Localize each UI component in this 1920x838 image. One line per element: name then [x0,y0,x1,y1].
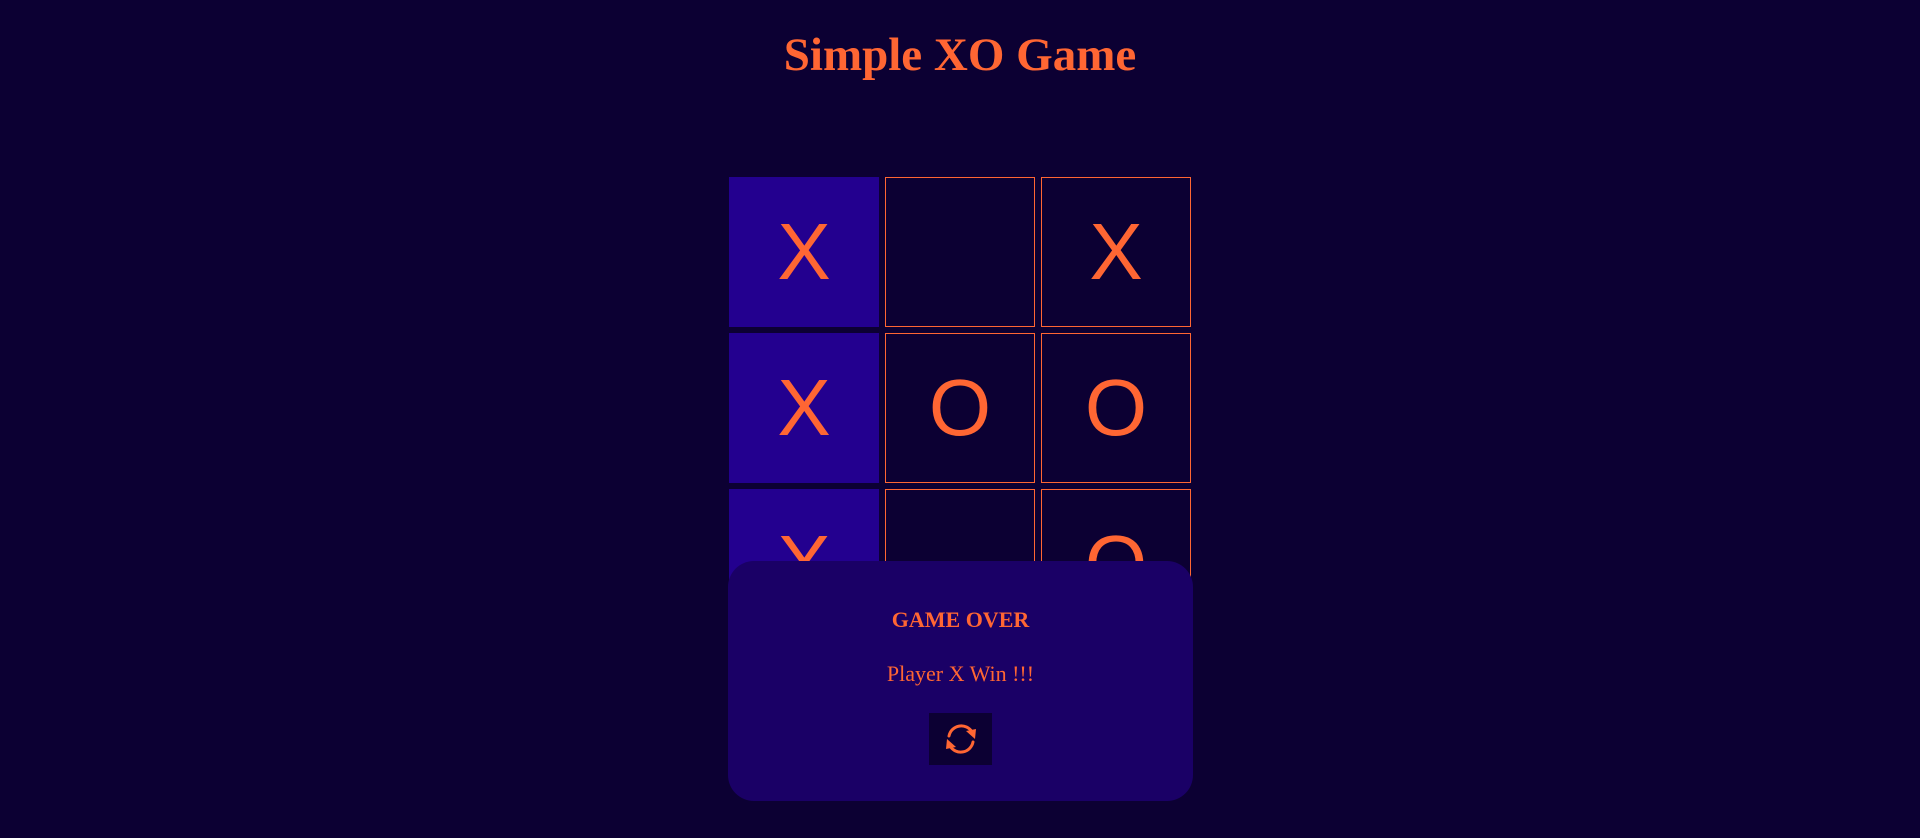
board-cell-r1c2[interactable] [885,177,1035,327]
game-over-popup: GAME OVER Player X Win !!! [728,561,1193,801]
board-cell-r2c3[interactable]: O [1041,333,1191,483]
winner-message: Player X Win !!! [886,661,1035,686]
restart-button[interactable] [929,713,992,765]
board-cell-r1c3[interactable]: X [1041,177,1191,327]
popup-title: GAME OVER [891,607,1030,632]
board-cell-r2c2[interactable]: O [885,333,1035,483]
board-cell-r2c1[interactable]: X [729,333,879,483]
refresh-icon [945,724,976,754]
board-cell-r1c1[interactable]: X [729,177,879,327]
page-title: Simple XO Game [783,29,1137,81]
